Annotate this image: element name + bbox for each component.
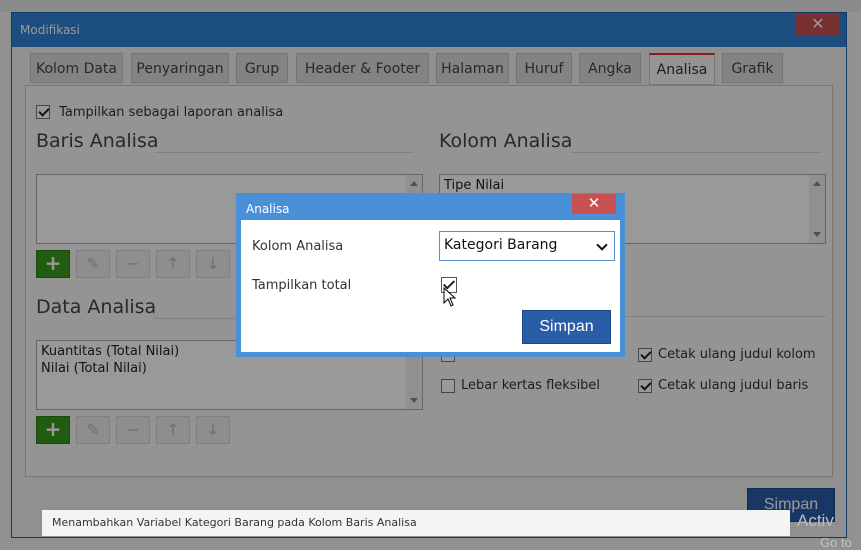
kolom-analisa-label: Kolom Analisa bbox=[252, 239, 344, 254]
dialog-body: Kolom Analisa Kategori Barang Tampilkan … bbox=[242, 220, 619, 352]
activation-watermark-line1: Activ bbox=[797, 511, 834, 530]
dialog-close-button[interactable]: ✕ bbox=[572, 194, 616, 214]
caption-bar: Menambahkan Variabel Kategori Barang pad… bbox=[42, 510, 790, 536]
activation-watermark-line2: Go to bbox=[820, 535, 852, 550]
dialog-titlebar: Analisa ✕ bbox=[237, 194, 624, 220]
kolom-analisa-select[interactable]: Kategori Barang bbox=[439, 231, 615, 261]
chevron-down-icon bbox=[596, 239, 608, 251]
dialog-title: Analisa bbox=[246, 202, 290, 216]
kolom-analisa-select-value: Kategori Barang bbox=[444, 237, 558, 253]
dialog-save-button[interactable]: Simpan bbox=[522, 310, 611, 344]
show-total-label: Tampilkan total bbox=[252, 278, 352, 293]
mouse-cursor-icon bbox=[443, 287, 457, 307]
analisa-dialog: Analisa ✕ Kolom Analisa Kategori Barang … bbox=[236, 193, 625, 357]
